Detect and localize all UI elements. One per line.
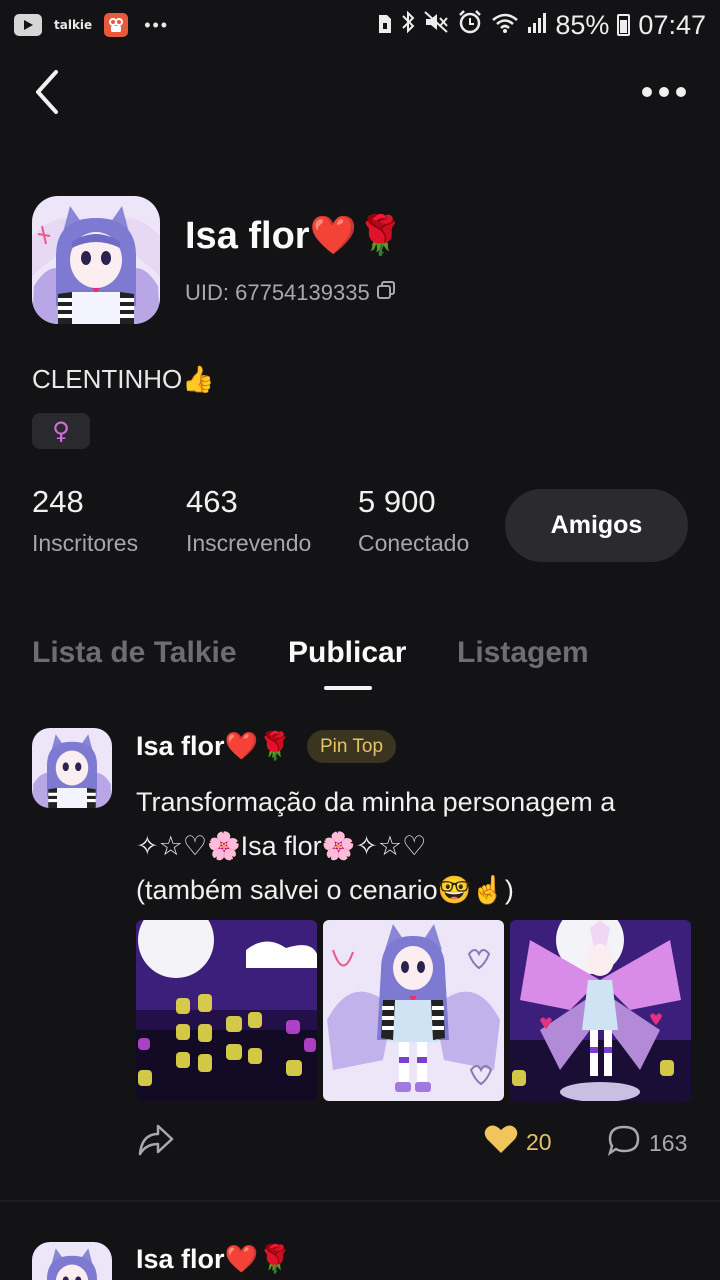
post-author-name[interactable]: Isa flor❤️🌹 — [136, 730, 292, 762]
youtube-icon — [14, 14, 42, 36]
stat-value: 463 — [186, 484, 238, 519]
friends-button[interactable]: Amigos — [505, 489, 688, 562]
comment-icon — [607, 1124, 641, 1162]
stat-conectado[interactable]: 5 900 Conectado — [358, 484, 469, 557]
more-notifications-icon: ••• — [144, 14, 170, 35]
post-divider — [0, 1200, 720, 1202]
post-text-line: ✧☆♡🌸Isa flor🌸✧☆♡ — [136, 831, 427, 861]
heart-icon — [484, 1124, 518, 1160]
copy-icon[interactable] — [376, 280, 396, 306]
comment-count: 163 — [649, 1129, 688, 1156]
profile-uid: UID: 67754139335 — [185, 280, 396, 306]
tab-publicar[interactable]: Publicar — [288, 636, 406, 670]
status-bar: talkie ••• 85% 07:47 — [0, 0, 720, 50]
like-button[interactable]: 20 — [484, 1124, 552, 1160]
profile-avatar[interactable] — [32, 196, 160, 324]
sim-icon — [377, 10, 393, 41]
post-text: Transformação da minha personagem a ✧☆♡🌸… — [136, 780, 696, 912]
profile-bio: CLENTINHO👍 — [32, 364, 215, 394]
profile-name: Isa flor❤️🌹 — [185, 215, 405, 257]
uid-text: UID: 67754139335 — [185, 280, 370, 305]
post-image-1[interactable] — [136, 920, 317, 1101]
post-author-avatar[interactable] — [32, 728, 112, 808]
stat-label: Inscrevendo — [186, 530, 312, 556]
like-count: 20 — [526, 1128, 552, 1155]
post-image-2[interactable] — [323, 920, 504, 1101]
back-icon[interactable] — [30, 68, 70, 116]
alarm-icon — [457, 9, 483, 42]
stat-label: Conectado — [358, 530, 470, 556]
stat-label: Inscritores — [32, 530, 139, 556]
post-author-avatar[interactable] — [32, 1242, 112, 1280]
post-text-line: Transformação da minha personagem a — [136, 787, 616, 817]
tab-listagem[interactable]: Listagem — [457, 636, 589, 670]
talkie-app-icon: talkie — [54, 18, 93, 32]
battery-percent: 85% — [555, 9, 610, 40]
stat-inscritores[interactable]: 248 Inscritores — [32, 484, 138, 557]
mute-icon — [423, 10, 449, 41]
clock: 07:47 — [638, 9, 706, 40]
battery-icon — [617, 14, 631, 36]
post-text-line: (também salvei o cenario🤓☝️) — [136, 875, 514, 905]
gender-badge: ♀ — [32, 413, 90, 449]
stat-value: 5 900 — [358, 484, 436, 519]
post-author-name[interactable]: Isa flor❤️🌹 — [136, 1243, 292, 1275]
stat-inscrevendo[interactable]: 463 Inscrevendo — [186, 484, 311, 557]
pin-top-badge: Pin Top — [307, 730, 397, 763]
more-options-icon[interactable] — [642, 82, 686, 102]
active-tab-indicator — [324, 686, 372, 690]
comment-button[interactable]: 163 — [607, 1124, 687, 1162]
stat-value: 248 — [32, 484, 84, 519]
signal-icon — [527, 10, 547, 41]
wifi-icon — [491, 10, 519, 41]
post-image-3[interactable] — [510, 920, 691, 1101]
share-icon[interactable] — [136, 1122, 176, 1158]
kuaishou-icon — [104, 13, 129, 37]
bluetooth-icon — [401, 10, 415, 40]
tab-lista-de-talkie[interactable]: Lista de Talkie — [32, 636, 237, 670]
